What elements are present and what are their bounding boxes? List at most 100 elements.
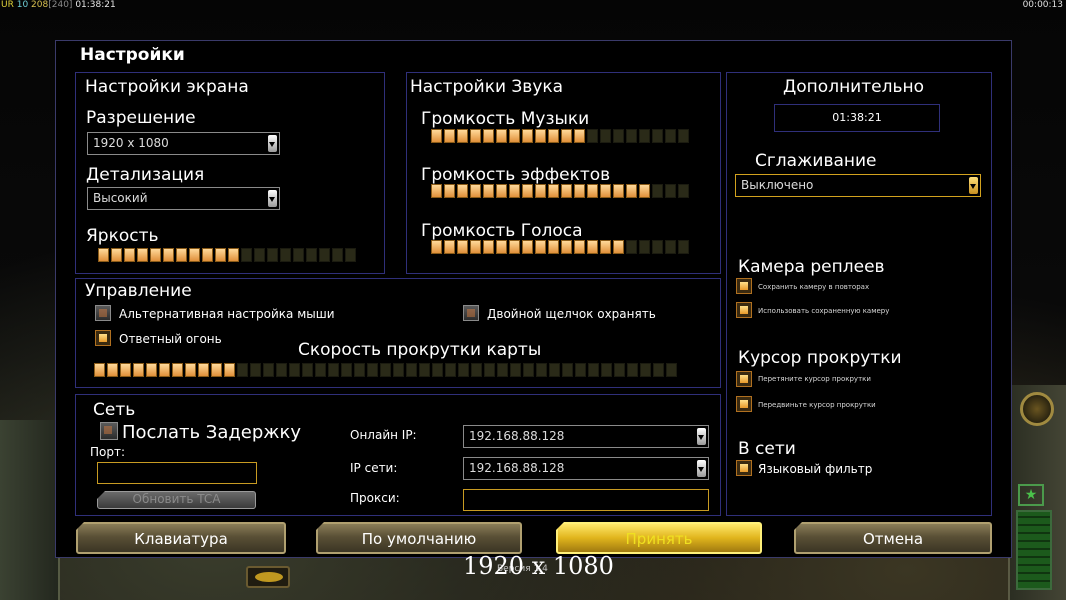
replay-camera-label: Камера реплеев	[738, 257, 885, 277]
slider-segment	[124, 248, 135, 262]
lan-ip-dropdown[interactable]: 192.168.88.128	[463, 457, 709, 480]
slider-segment	[535, 240, 546, 254]
effects-volume-slider[interactable]	[431, 184, 689, 198]
slider-segment	[444, 240, 455, 254]
slider-segment	[150, 248, 161, 262]
cancel-button[interactable]: Отмена	[794, 522, 992, 554]
music-volume-slider[interactable]	[431, 129, 689, 143]
slider-segment	[678, 184, 689, 198]
slider-segment	[510, 363, 521, 377]
send-delay-checkbox[interactable]	[100, 422, 118, 440]
detail-value: Высокий	[93, 191, 148, 205]
online-ip-value: 192.168.88.128	[469, 429, 565, 443]
slider-segment	[548, 240, 559, 254]
alt-mouse-checkbox[interactable]	[95, 305, 111, 321]
radar-icon	[1020, 392, 1054, 426]
brightness-slider[interactable]	[98, 248, 356, 262]
defaults-button[interactable]: По умолчанию	[316, 522, 522, 554]
slider-segment	[202, 248, 213, 262]
slider-segment	[639, 129, 650, 143]
chevron-down-icon	[969, 177, 978, 194]
network-title: Сеть	[93, 400, 136, 420]
keyboard-button[interactable]: Клавиатура	[76, 522, 286, 554]
slider-segment	[522, 240, 533, 254]
clock-display: 01:38:21	[774, 104, 940, 132]
slider-segment	[626, 129, 637, 143]
control-title: Управление	[85, 281, 192, 301]
slider-segment	[483, 129, 494, 143]
slider-segment	[678, 129, 689, 143]
detail-label: Детализация	[86, 165, 205, 185]
slider-segment	[111, 248, 122, 262]
slider-segment	[561, 184, 572, 198]
antialiasing-dropdown[interactable]: Выключено	[735, 174, 981, 197]
voice-volume-slider[interactable]	[431, 240, 689, 254]
slider-segment	[601, 363, 612, 377]
antialiasing-label: Сглаживание	[755, 151, 877, 171]
slider-segment	[497, 363, 508, 377]
slider-segment	[587, 240, 598, 254]
slider-segment	[471, 363, 482, 377]
slider-segment	[535, 184, 546, 198]
accept-button[interactable]: Принять	[556, 522, 762, 554]
use-saved-camera-checkbox[interactable]	[736, 302, 752, 318]
slider-segment	[289, 363, 300, 377]
brightness-label: Яркость	[86, 226, 159, 246]
drag-cursor-checkbox[interactable]	[736, 371, 752, 387]
slider-segment	[431, 184, 442, 198]
slider-segment	[665, 129, 676, 143]
slider-segment	[457, 184, 468, 198]
slider-segment	[457, 240, 468, 254]
slider-segment	[107, 363, 118, 377]
chevron-down-icon	[697, 428, 706, 445]
update-tca-button[interactable]: Обновить TCA	[97, 491, 256, 509]
slider-segment	[445, 363, 456, 377]
slider-segment	[146, 363, 157, 377]
settings-dialog: Настройки Настройки экрана Разрешение 19…	[55, 40, 1012, 558]
hud-value-1: 10	[16, 0, 29, 10]
slider-segment	[172, 363, 183, 377]
online-ip-dropdown[interactable]: 192.168.88.128	[463, 425, 709, 448]
slider-segment	[574, 184, 585, 198]
slider-segment	[332, 248, 343, 262]
detail-dropdown[interactable]: Высокий	[87, 187, 280, 210]
slider-segment	[614, 363, 625, 377]
slider-segment	[613, 184, 624, 198]
return-fire-label: Ответный огонь	[119, 332, 222, 346]
slider-segment	[133, 363, 144, 377]
slider-segment	[228, 248, 239, 262]
sound-settings-panel: Настройки Звука Громкость Музыки Громкос…	[406, 72, 721, 274]
language-filter-checkbox[interactable]	[736, 460, 752, 476]
double-click-guard-checkbox[interactable]	[463, 305, 479, 321]
slider-segment	[665, 184, 676, 198]
drag-cursor-label: Перетяните курсор прокрутки	[758, 375, 871, 383]
move-cursor-checkbox[interactable]	[736, 396, 752, 412]
slider-segment	[600, 240, 611, 254]
slider-segment	[496, 129, 507, 143]
save-camera-checkbox[interactable]	[736, 278, 752, 294]
slider-segment	[431, 240, 442, 254]
slider-segment	[523, 363, 534, 377]
hud-clock: 01:38:21	[75, 0, 116, 10]
dialog-title: Настройки	[80, 45, 185, 65]
resolution-dropdown[interactable]: 1920 x 1080	[87, 132, 280, 155]
slider-segment	[457, 129, 468, 143]
slider-segment	[652, 184, 663, 198]
slider-segment	[263, 363, 274, 377]
slider-segment	[224, 363, 235, 377]
slider-segment	[652, 129, 663, 143]
return-fire-checkbox[interactable]	[95, 330, 111, 346]
slider-segment	[626, 184, 637, 198]
port-input[interactable]	[97, 462, 257, 484]
slider-segment	[293, 248, 304, 262]
game-sidebar-left	[0, 420, 60, 600]
proxy-input[interactable]	[463, 489, 709, 511]
slider-segment	[613, 240, 624, 254]
slider-segment	[561, 240, 572, 254]
slider-segment	[653, 363, 664, 377]
slider-segment	[575, 363, 586, 377]
lan-ip-label: IP сети:	[350, 461, 398, 475]
slider-segment	[652, 240, 663, 254]
scroll-speed-slider[interactable]	[94, 363, 677, 377]
slider-segment	[587, 184, 598, 198]
